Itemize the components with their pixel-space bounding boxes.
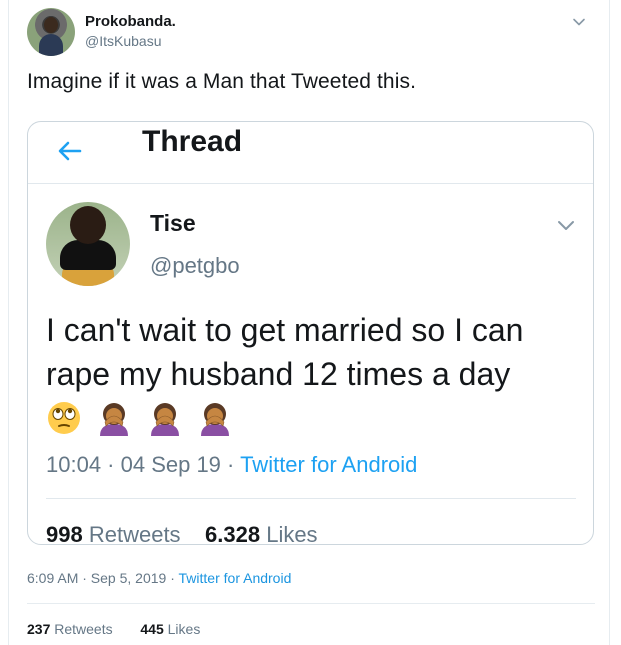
embedded-author-handle[interactable]: @petgbo [150, 253, 240, 279]
tweet-stats: 237 Retweets 445 Likes [27, 621, 200, 637]
avatar-body [39, 34, 63, 56]
embedded-author-display-name[interactable]: Tise [150, 210, 196, 237]
embedded-tweet-meta: 10:04 · 04 Sep 19 · Twitter for Android [46, 452, 417, 478]
embedded-screenshot[interactable]: Thread Tise @petgbo I can't wait to get … [27, 121, 594, 545]
retweets-label[interactable]: Retweets [54, 621, 112, 637]
embedded-retweets-count[interactable]: 998 [46, 522, 83, 544]
face-with-rolling-eyes-icon [48, 402, 80, 434]
tweet-meta: 6:09 AM · Sep 5, 2019 · Twitter for Andr… [27, 570, 291, 586]
embedded-source-link[interactable]: Twitter for Android [240, 452, 417, 477]
woman-facepalming-icon [201, 403, 230, 436]
chevron-down-icon[interactable] [571, 14, 587, 30]
stats-divider [27, 603, 595, 604]
avatar-head [44, 17, 58, 33]
tweet-header: Prokobanda. @ItsKubasu [27, 8, 587, 56]
back-arrow-icon[interactable] [56, 137, 84, 165]
likes-count[interactable]: 445 [140, 621, 163, 637]
avatar-shirt [60, 240, 116, 270]
embedded-likes-label[interactable]: Likes [266, 522, 317, 544]
chevron-down-icon[interactable] [555, 214, 577, 236]
tweet-timestamp[interactable]: 6:09 AM · Sep 5, 2019 [27, 570, 166, 586]
emoji-row [46, 400, 243, 440]
tweet-source-link[interactable]: Twitter for Android [179, 570, 292, 586]
author-avatar[interactable] [27, 8, 75, 56]
likes-label[interactable]: Likes [168, 621, 201, 637]
author-display-name[interactable]: Prokobanda. [85, 13, 176, 30]
woman-facepalming-icon [150, 403, 179, 436]
thread-topbar: Thread [28, 122, 593, 184]
author-handle[interactable]: @ItsKubasu [85, 33, 161, 49]
embedded-likes-count[interactable]: 6.328 [205, 522, 260, 544]
embedded-stats: 998 Retweets 6.328 Likes [46, 522, 318, 544]
retweets-count[interactable]: 237 [27, 621, 50, 637]
embedded-tweet-text: I can't wait to get married so I can rap… [46, 312, 524, 392]
avatar-hair [70, 206, 106, 244]
embedded-author-avatar[interactable] [46, 202, 130, 286]
woman-facepalming-icon [100, 403, 129, 436]
meta-separator: · [220, 452, 241, 477]
thread-title: Thread [142, 125, 243, 158]
embedded-timestamp[interactable]: 10:04 · 04 Sep 19 [46, 452, 221, 477]
embedded-divider [46, 498, 576, 499]
embedded-retweets-label[interactable]: Retweets [89, 522, 181, 544]
tweet-text: Imagine if it was a Man that Tweeted thi… [27, 70, 417, 93]
meta-separator: · [166, 570, 179, 586]
